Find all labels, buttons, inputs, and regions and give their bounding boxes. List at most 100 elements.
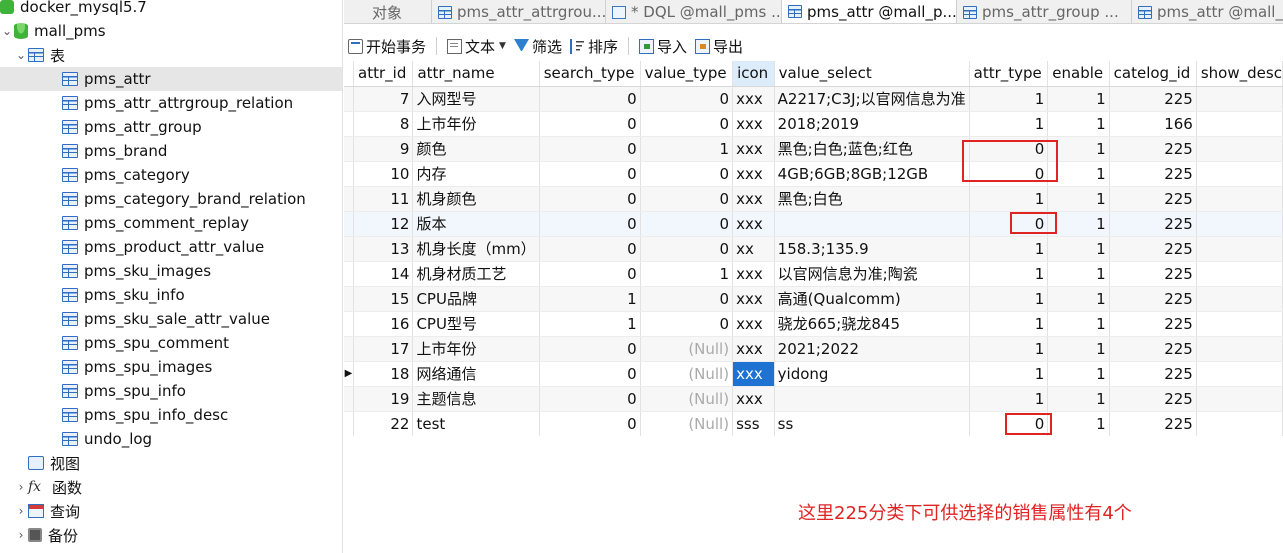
tree-item[interactable]: pms_comment_replay <box>0 211 342 235</box>
cell-search-type[interactable]: 0 <box>539 86 641 112</box>
cell-value-type[interactable]: 0 <box>640 86 734 112</box>
column-header-search-type[interactable]: search_type <box>539 61 641 87</box>
tab-pms-attr-2[interactable]: pms_attr @mall_p <box>1132 0 1283 23</box>
cell-enable[interactable]: 1 <box>1047 386 1110 412</box>
cell-attr-name[interactable]: 上市年份 <box>412 336 540 362</box>
cell-show-desc[interactable] <box>1196 186 1283 212</box>
tree-item[interactable]: › 查询 <box>0 499 342 523</box>
cell-catelog-id[interactable]: 225 <box>1109 286 1197 312</box>
cell-catelog-id[interactable]: 225 <box>1109 361 1197 387</box>
cell-catelog-id[interactable]: 166 <box>1109 111 1197 137</box>
cell-icon[interactable]: xxx <box>732 161 775 187</box>
row-indicator[interactable] <box>344 111 355 137</box>
cell-show-desc[interactable] <box>1196 261 1283 287</box>
cell-show-desc[interactable] <box>1196 336 1283 362</box>
tree-item[interactable]: ⌄ 表 <box>0 43 342 67</box>
cell-value-type[interactable]: 1 <box>640 136 734 162</box>
column-header-attr-id[interactable]: attr_id <box>353 61 414 87</box>
cell-attr-id[interactable]: 18 <box>353 361 414 387</box>
filter-button[interactable]: 筛选 <box>510 35 566 57</box>
cell-attr-type[interactable]: 1 <box>969 311 1049 337</box>
cell-enable[interactable]: 1 <box>1047 86 1110 112</box>
cell-search-type[interactable]: 0 <box>539 161 641 187</box>
tree-item[interactable]: pms_spu_info_desc <box>0 403 342 427</box>
cell-show-desc[interactable] <box>1196 161 1283 187</box>
cell-enable[interactable]: 1 <box>1047 111 1110 137</box>
sort-button[interactable]: 排序 <box>566 35 622 57</box>
cell-attr-id[interactable]: 11 <box>353 186 414 212</box>
cell-attr-type[interactable]: 1 <box>969 261 1049 287</box>
cell-catelog-id[interactable]: 225 <box>1109 86 1197 112</box>
cell-show-desc[interactable] <box>1196 86 1283 112</box>
cell-search-type[interactable]: 0 <box>539 261 641 287</box>
begin-transaction-button[interactable]: 开始事务 <box>344 35 430 57</box>
cell-icon[interactable]: xx <box>732 236 775 262</box>
cell-value-select[interactable]: 2021;2022 <box>774 336 970 362</box>
tree-item[interactable]: 视图 <box>0 451 342 475</box>
cell-attr-name[interactable]: 机身颜色 <box>412 186 540 212</box>
cell-attr-name[interactable]: 内存 <box>412 161 540 187</box>
row-indicator[interactable] <box>344 336 355 362</box>
text-button[interactable]: 文本 ▼ <box>443 35 510 57</box>
table-row[interactable]: 13 机身长度（mm） 0 0 xx 158.3;135.9 1 1 225 <box>344 236 1283 262</box>
cell-search-type[interactable]: 0 <box>539 111 641 137</box>
cell-icon[interactable]: xxx <box>732 361 775 387</box>
tree-item[interactable]: docker_mysql5.7 <box>0 0 342 19</box>
column-header-attr-name[interactable]: attr_name <box>412 61 540 87</box>
cell-value-type[interactable]: (Null) <box>640 336 734 362</box>
cell-value-type[interactable]: (Null) <box>640 361 734 387</box>
row-indicator[interactable] <box>344 386 355 412</box>
tree-item[interactable]: pms_product_attr_value <box>0 235 342 259</box>
expand-chevron-icon[interactable]: ⌄ <box>14 48 28 62</box>
table-row[interactable]: 12 版本 0 0 xxx 0 1 225 <box>344 211 1283 237</box>
cell-catelog-id[interactable]: 225 <box>1109 161 1197 187</box>
cell-value-type[interactable]: 0 <box>640 111 734 137</box>
cell-show-desc[interactable] <box>1196 136 1283 162</box>
cell-value-select[interactable]: 以官网信息为准;陶瓷 <box>774 261 970 287</box>
table-row[interactable]: 16 CPU型号 1 0 xxx 骁龙665;骁龙845 1 1 225 <box>344 311 1283 337</box>
tree-item[interactable]: pms_sku_images <box>0 259 342 283</box>
cell-catelog-id[interactable]: 225 <box>1109 136 1197 162</box>
cell-attr-name[interactable]: 机身长度（mm） <box>412 236 540 262</box>
tab-pms-attr-attrgroup[interactable]: pms_attr_attrgrou... <box>432 0 606 23</box>
cell-attr-id[interactable]: 19 <box>353 386 414 412</box>
cell-value-select[interactable]: yidong <box>774 361 970 387</box>
cell-value-type[interactable]: 0 <box>640 236 734 262</box>
cell-value-select[interactable] <box>774 211 970 237</box>
cell-show-desc[interactable] <box>1196 111 1283 137</box>
cell-icon[interactable]: xxx <box>732 311 775 337</box>
cell-enable[interactable]: 1 <box>1047 161 1110 187</box>
cell-search-type[interactable]: 0 <box>539 236 641 262</box>
cell-attr-id[interactable]: 15 <box>353 286 414 312</box>
table-row[interactable]: 7 入网型号 0 0 xxx A2217;C3J;以官网信息为准 1 1 225 <box>344 86 1283 112</box>
cell-attr-id[interactable]: 17 <box>353 336 414 362</box>
cell-attr-id[interactable]: 8 <box>353 111 414 137</box>
cell-catelog-id[interactable]: 225 <box>1109 386 1197 412</box>
cell-attr-name[interactable]: 网络通信 <box>412 361 540 387</box>
table-row[interactable]: 17 上市年份 0 (Null) xxx 2021;2022 1 1 225 <box>344 336 1283 362</box>
cell-value-select[interactable]: 2018;2019 <box>774 111 970 137</box>
cell-value-select[interactable]: 高通(Qualcomm) <box>774 286 970 312</box>
cell-attr-type[interactable]: 0 <box>969 136 1049 162</box>
tree-item[interactable]: ⌄ mall_pms <box>0 19 342 43</box>
cell-icon[interactable]: xxx <box>732 211 775 237</box>
cell-icon[interactable]: xxx <box>732 111 775 137</box>
tab-pms-attr[interactable]: pms_attr @mall_p... <box>782 0 957 23</box>
cell-value-select[interactable] <box>774 386 970 412</box>
cell-value-type[interactable]: 0 <box>640 286 734 312</box>
column-header-show-desc[interactable]: show_desc <box>1196 61 1283 87</box>
cell-icon[interactable]: xxx <box>732 261 775 287</box>
cell-value-select[interactable]: 骁龙665;骁龙845 <box>774 311 970 337</box>
cell-enable[interactable]: 1 <box>1047 411 1110 436</box>
cell-value-type[interactable]: 1 <box>640 261 734 287</box>
column-header-icon[interactable]: icon <box>732 61 775 87</box>
tree-item[interactable]: › fx 函数 <box>0 475 342 499</box>
tab-objects[interactable]: 对象 <box>344 0 432 23</box>
cell-attr-id[interactable]: 12 <box>353 211 414 237</box>
cell-show-desc[interactable] <box>1196 211 1283 237</box>
table-row[interactable]: ▶ 18 网络通信 0 (Null) xxx yidong 1 1 225 <box>344 361 1283 387</box>
cell-value-type[interactable]: 0 <box>640 211 734 237</box>
row-indicator[interactable] <box>344 411 355 436</box>
expand-chevron-icon[interactable]: › <box>14 528 28 542</box>
tree-item[interactable]: pms_attr_group <box>0 115 342 139</box>
